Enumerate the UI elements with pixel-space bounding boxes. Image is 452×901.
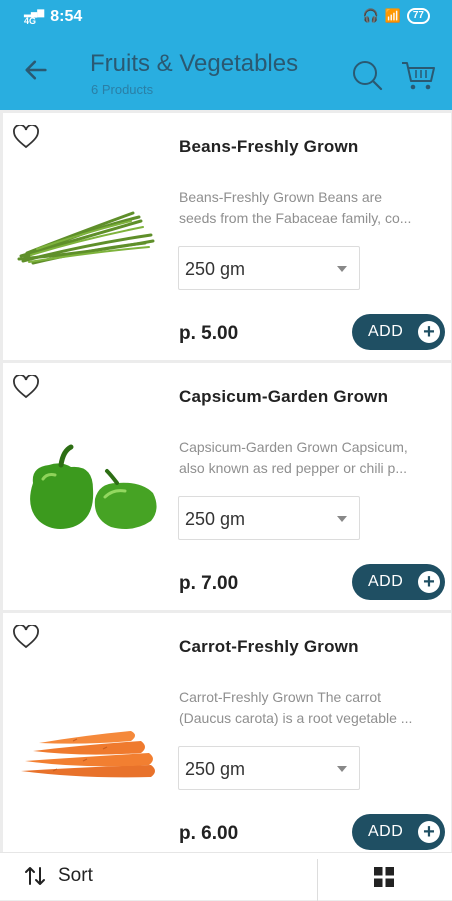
chevron-down-icon	[337, 266, 347, 272]
product-name: Beans-Freshly Grown	[179, 137, 359, 156]
quantity-value: 250 gm	[185, 509, 246, 529]
quantity-select[interactable]: 250 gm	[178, 246, 360, 290]
capsicum-image	[30, 444, 157, 529]
beans-image	[17, 211, 155, 265]
back-arrow-icon[interactable]	[22, 56, 50, 84]
grid-icon[interactable]	[374, 867, 394, 887]
plus-icon: +	[418, 821, 440, 843]
bottom-bar: Sort	[0, 852, 452, 901]
cart-icon[interactable]	[400, 58, 436, 92]
status-bar: ▂▄▆ 4G 8:54 🎧 📶 77	[0, 0, 452, 34]
product-description: Capsicum-Garden Grown Capsicum, also kno…	[179, 437, 441, 479]
quantity-value: 250 gm	[185, 759, 246, 779]
quantity-value: 250 gm	[185, 259, 246, 279]
product-count: 6 Products	[91, 82, 154, 97]
add-button-label: ADD	[368, 323, 404, 340]
add-button[interactable]: ADD +	[352, 564, 445, 600]
description-line: (Daucus carota) is a root vegetable ...	[179, 710, 413, 726]
page-title: Fruits & Vegetables	[90, 50, 299, 77]
status-left: ▂▄▆ 4G 8:54	[24, 8, 82, 26]
signal-icon: ▂▄▆ 4G	[24, 7, 45, 26]
product-price: p. 5.00	[179, 323, 239, 344]
product-price: p. 7.00	[179, 573, 239, 594]
heart-icon[interactable]	[13, 125, 39, 149]
search-icon[interactable]	[350, 58, 384, 92]
divider	[317, 859, 318, 901]
sort-button[interactable]: Sort	[24, 865, 93, 887]
product-card[interactable]: Capsicum-Garden Grown Capsicum-Garden Gr…	[3, 363, 451, 610]
product-name: Capsicum-Garden Grown	[179, 387, 389, 406]
headset-icon: 🎧	[362, 8, 379, 23]
carrot-image	[21, 731, 155, 778]
heart-icon[interactable]	[13, 625, 39, 649]
description-line: also known as red pepper or chili p...	[179, 460, 408, 476]
add-button[interactable]: ADD +	[352, 314, 445, 350]
description-line: Carrot-Freshly Grown The carrot	[179, 689, 382, 705]
plus-icon: +	[418, 321, 440, 343]
sort-label: Sort	[58, 865, 93, 886]
description-line: Beans-Freshly Grown Beans are	[179, 189, 383, 205]
heart-icon[interactable]	[13, 375, 39, 399]
add-button-label: ADD	[368, 573, 404, 590]
add-button-label: ADD	[368, 823, 404, 840]
plus-icon: +	[418, 571, 440, 593]
quantity-select[interactable]: 250 gm	[178, 496, 360, 540]
wifi-icon: 📶	[384, 8, 401, 23]
sort-icon	[25, 867, 45, 885]
product-name: Carrot-Freshly Grown	[179, 637, 359, 656]
product-card[interactable]: Beans-Freshly Grown Beans-Freshly Grown …	[3, 113, 451, 360]
product-price: p. 6.00	[179, 823, 239, 844]
add-button[interactable]: ADD +	[352, 814, 445, 850]
product-card[interactable]: Carrot-Freshly Grown Carrot-Freshly Grow…	[3, 613, 451, 860]
status-right: 🎧 📶 77	[362, 8, 430, 24]
status-time: 8:54	[50, 8, 83, 25]
chevron-down-icon	[337, 766, 347, 772]
battery-icon: 77	[406, 8, 430, 24]
app-bar: Fruits & Vegetables 6 Products	[0, 34, 452, 110]
description-line: Capsicum-Garden Grown Capsicum,	[179, 439, 408, 455]
description-line: seeds from the Fabaceae family, co...	[179, 210, 412, 226]
product-description: Carrot-Freshly Grown The carrot (Daucus …	[179, 687, 441, 729]
chevron-down-icon	[337, 516, 347, 522]
product-description: Beans-Freshly Grown Beans are seeds from…	[179, 187, 441, 229]
quantity-select[interactable]: 250 gm	[178, 746, 360, 790]
